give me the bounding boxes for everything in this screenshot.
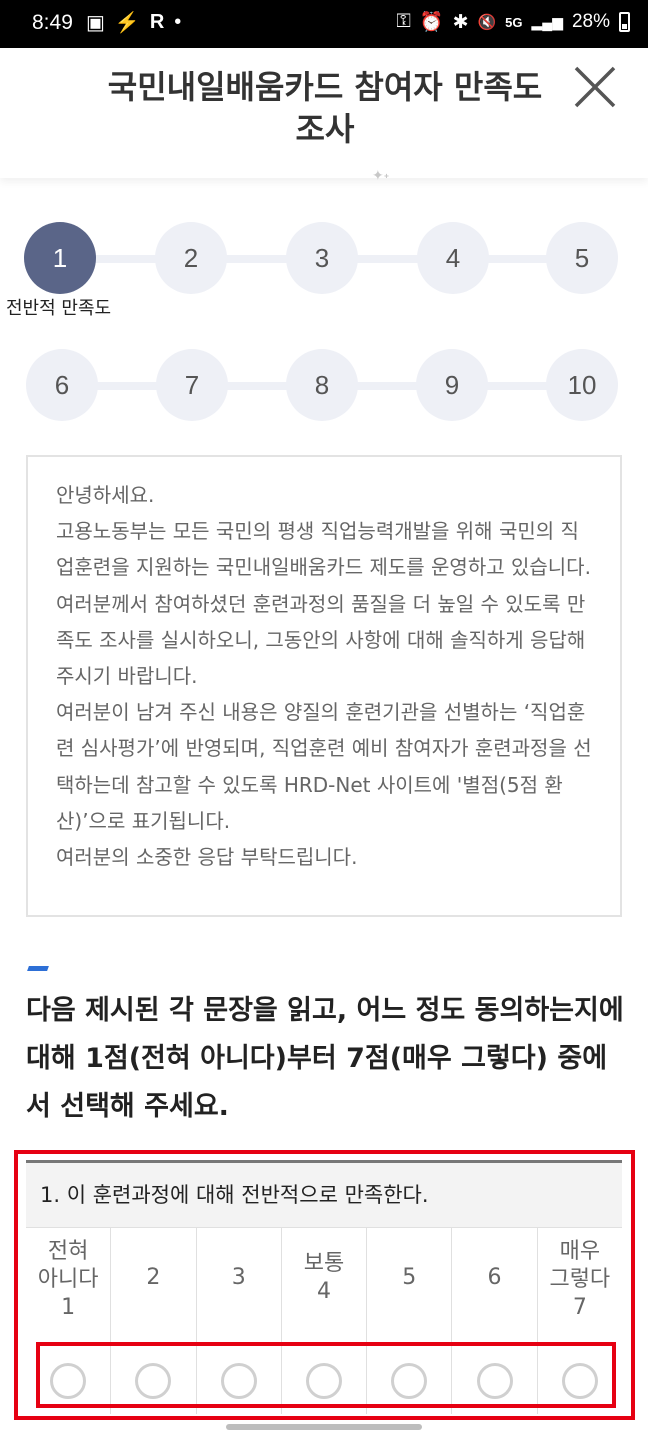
sparkle-icon: ✦˖: [372, 168, 390, 184]
step-9[interactable]: 9: [416, 349, 488, 421]
key-icon: ⚿: [396, 11, 411, 32]
step-1[interactable]: 1: [24, 222, 96, 294]
dot-icon: •: [174, 11, 182, 33]
step-10[interactable]: 10: [546, 349, 618, 421]
home-indicator[interactable]: [226, 1424, 422, 1430]
step-2[interactable]: 2: [155, 222, 227, 294]
bluetooth-icon: ✱: [452, 11, 469, 33]
question-text: 1. 이 훈련과정에 대해 전반적으로 만족한다.: [26, 1163, 622, 1228]
survey-header: 국민내일배움카드 참여자 만족도 조사 ✦˖: [0, 48, 648, 184]
gallery-icon: ▣: [86, 12, 105, 34]
status-left-icons: ▣ ⚡ R •: [86, 10, 181, 35]
notice-line: 여러분께서 참여하셨던 훈련과정의 품질을 더 높일 수 있도록 만족도 조사를…: [56, 591, 586, 689]
battery-icon: [619, 12, 630, 32]
r-icon: R: [149, 11, 165, 33]
signal-icon: ▂▄▆: [531, 13, 563, 30]
scale-labels: 전혀 아니다 1 2 3 보통 4 5 6 매우 그렇다 7: [26, 1228, 622, 1348]
notice-line: 안녕하세요.: [56, 483, 155, 507]
mute-icon: 🔇: [477, 14, 497, 31]
step-4[interactable]: 4: [417, 222, 489, 294]
scale-label-3: 3: [197, 1228, 282, 1348]
step-7[interactable]: 7: [156, 349, 228, 421]
status-time: 8:49: [32, 11, 73, 34]
step-3[interactable]: 3: [286, 222, 358, 294]
step-5[interactable]: 5: [546, 222, 618, 294]
notice-line: 여러분의 소중한 응답 부탁드립니다.: [56, 845, 358, 870]
step-6[interactable]: 6: [26, 349, 98, 421]
page-title: 국민내일배움카드 참여자 만족도 조사: [107, 68, 543, 148]
status-right-icons: ⚿ ⏰ ✱ 🔇 5G ▂▄▆ 28%: [396, 10, 630, 34]
close-button[interactable]: [572, 64, 618, 110]
scale-label-7: 매우 그렇다 7: [549, 1239, 611, 1320]
alarm-icon: ⏰: [419, 12, 444, 33]
step-8[interactable]: 8: [286, 349, 358, 421]
scale-label-1: 전혀 아니다 1: [26, 1228, 112, 1348]
scale-label-6: 6: [452, 1228, 538, 1348]
active-step-label: 전반적 만족도: [6, 298, 112, 319]
battery-percent: 28%: [571, 11, 610, 32]
nfc-icon: ⚡: [114, 12, 140, 34]
close-icon: [574, 66, 616, 108]
instruction-text: 다음 제시된 각 문장을 읽고, 어느 정도 동의하는지에 대해 1점(전혀 아…: [26, 995, 624, 1122]
highlight-radio-box: [36, 1342, 616, 1408]
steps-row-2: 6 7 8 9 10: [24, 349, 620, 421]
status-bar: 8:49 ▣ ⚡ R • ⚿ ⏰ ✱ 🔇 5G ▂▄▆ 28%: [0, 0, 648, 48]
scale-label-5: 5: [367, 1228, 453, 1348]
scale-label-2: 2: [111, 1228, 197, 1348]
section-accent: [27, 966, 49, 971]
scale-label-4: 보통 4: [282, 1228, 368, 1348]
notice-line: 고용노동부는 모든 국민의 평생 직업능력개발을 위해 국민의 직업훈련을 지원…: [56, 519, 591, 580]
notice-line: 여러분이 남겨 주신 내용은 양질의 훈련기관을 선별하는 ‘직업훈련 심사평가…: [56, 700, 592, 833]
survey-notice: 안녕하세요. 고용노동부는 모든 국민의 평생 직업능력개발을 위해 국민의 직…: [26, 455, 622, 917]
steps-row-1: 1 2 3 4 5: [24, 222, 620, 294]
5g-icon: 5G: [505, 14, 523, 30]
